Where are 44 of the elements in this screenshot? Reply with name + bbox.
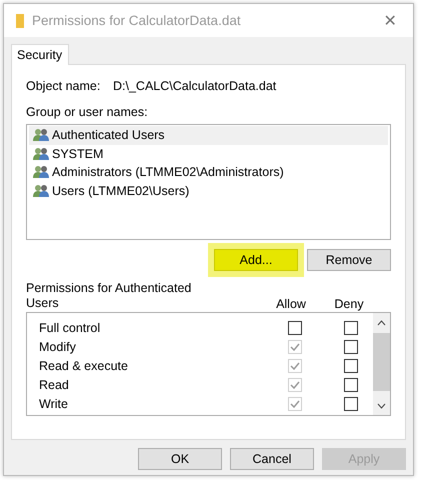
checkbox[interactable] bbox=[344, 396, 358, 410]
list-item[interactable]: Authenticated Users bbox=[29, 126, 388, 144]
scroll-up-icon[interactable] bbox=[377, 320, 386, 326]
scroll-down-icon[interactable] bbox=[377, 403, 386, 409]
checkmark-icon bbox=[290, 342, 300, 350]
column-header: Allow bbox=[276, 297, 306, 311]
users-icon bbox=[33, 146, 49, 161]
checkbox[interactable] bbox=[288, 320, 302, 334]
checkmark-icon bbox=[290, 362, 300, 370]
remove-button[interactable]: Remove bbox=[307, 249, 391, 271]
permission-name: Modify bbox=[39, 340, 77, 354]
window-title: Permissions for CalculatorData.dat bbox=[32, 13, 242, 28]
users-icon bbox=[33, 165, 49, 180]
user-name: SYSTEM bbox=[52, 146, 104, 161]
permission-name: Full control bbox=[39, 320, 102, 334]
close-button[interactable]: ✕ bbox=[367, 4, 413, 37]
folder-icon bbox=[16, 14, 24, 28]
users-icon bbox=[33, 184, 49, 198]
ok-button[interactable]: OK bbox=[138, 448, 222, 470]
checkbox[interactable] bbox=[344, 320, 358, 334]
group-list-label: Group or user names: bbox=[26, 105, 149, 119]
checkbox[interactable] bbox=[344, 378, 358, 392]
tab[interactable]: Security bbox=[11, 44, 70, 65]
list-item[interactable]: SYSTEM bbox=[29, 144, 388, 163]
checkbox[interactable] bbox=[344, 358, 358, 372]
scroll-thumb[interactable] bbox=[373, 333, 390, 391]
permissions-label: Permissions for Authenticated Users bbox=[26, 281, 192, 311]
permission-name: Write bbox=[39, 396, 69, 410]
checkmark-icon bbox=[290, 400, 300, 408]
permission-name: Read & execute bbox=[39, 358, 129, 372]
checkmark-icon bbox=[290, 380, 300, 388]
list-item[interactable]: Administrators (LTMME02\Administrators) bbox=[29, 163, 388, 182]
user-name: Authenticated Users bbox=[52, 128, 165, 142]
permission-name: Read bbox=[39, 378, 70, 392]
user-name: Administrators (LTMME02\Administrators) bbox=[52, 165, 284, 180]
user-name: Users (LTMME02\Users) bbox=[52, 184, 190, 198]
cancel-button[interactable]: Cancel bbox=[230, 448, 314, 470]
scrollbar[interactable] bbox=[373, 313, 390, 415]
users-icon bbox=[33, 128, 49, 142]
list-item[interactable]: Users (LTMME02\Users) bbox=[29, 182, 388, 200]
object-name-value: D:\_CALC\CalculatorData.dat bbox=[113, 79, 276, 93]
object-name-label: Object name: bbox=[26, 79, 102, 93]
checkbox[interactable] bbox=[344, 340, 358, 354]
column-header: Deny bbox=[334, 297, 364, 311]
